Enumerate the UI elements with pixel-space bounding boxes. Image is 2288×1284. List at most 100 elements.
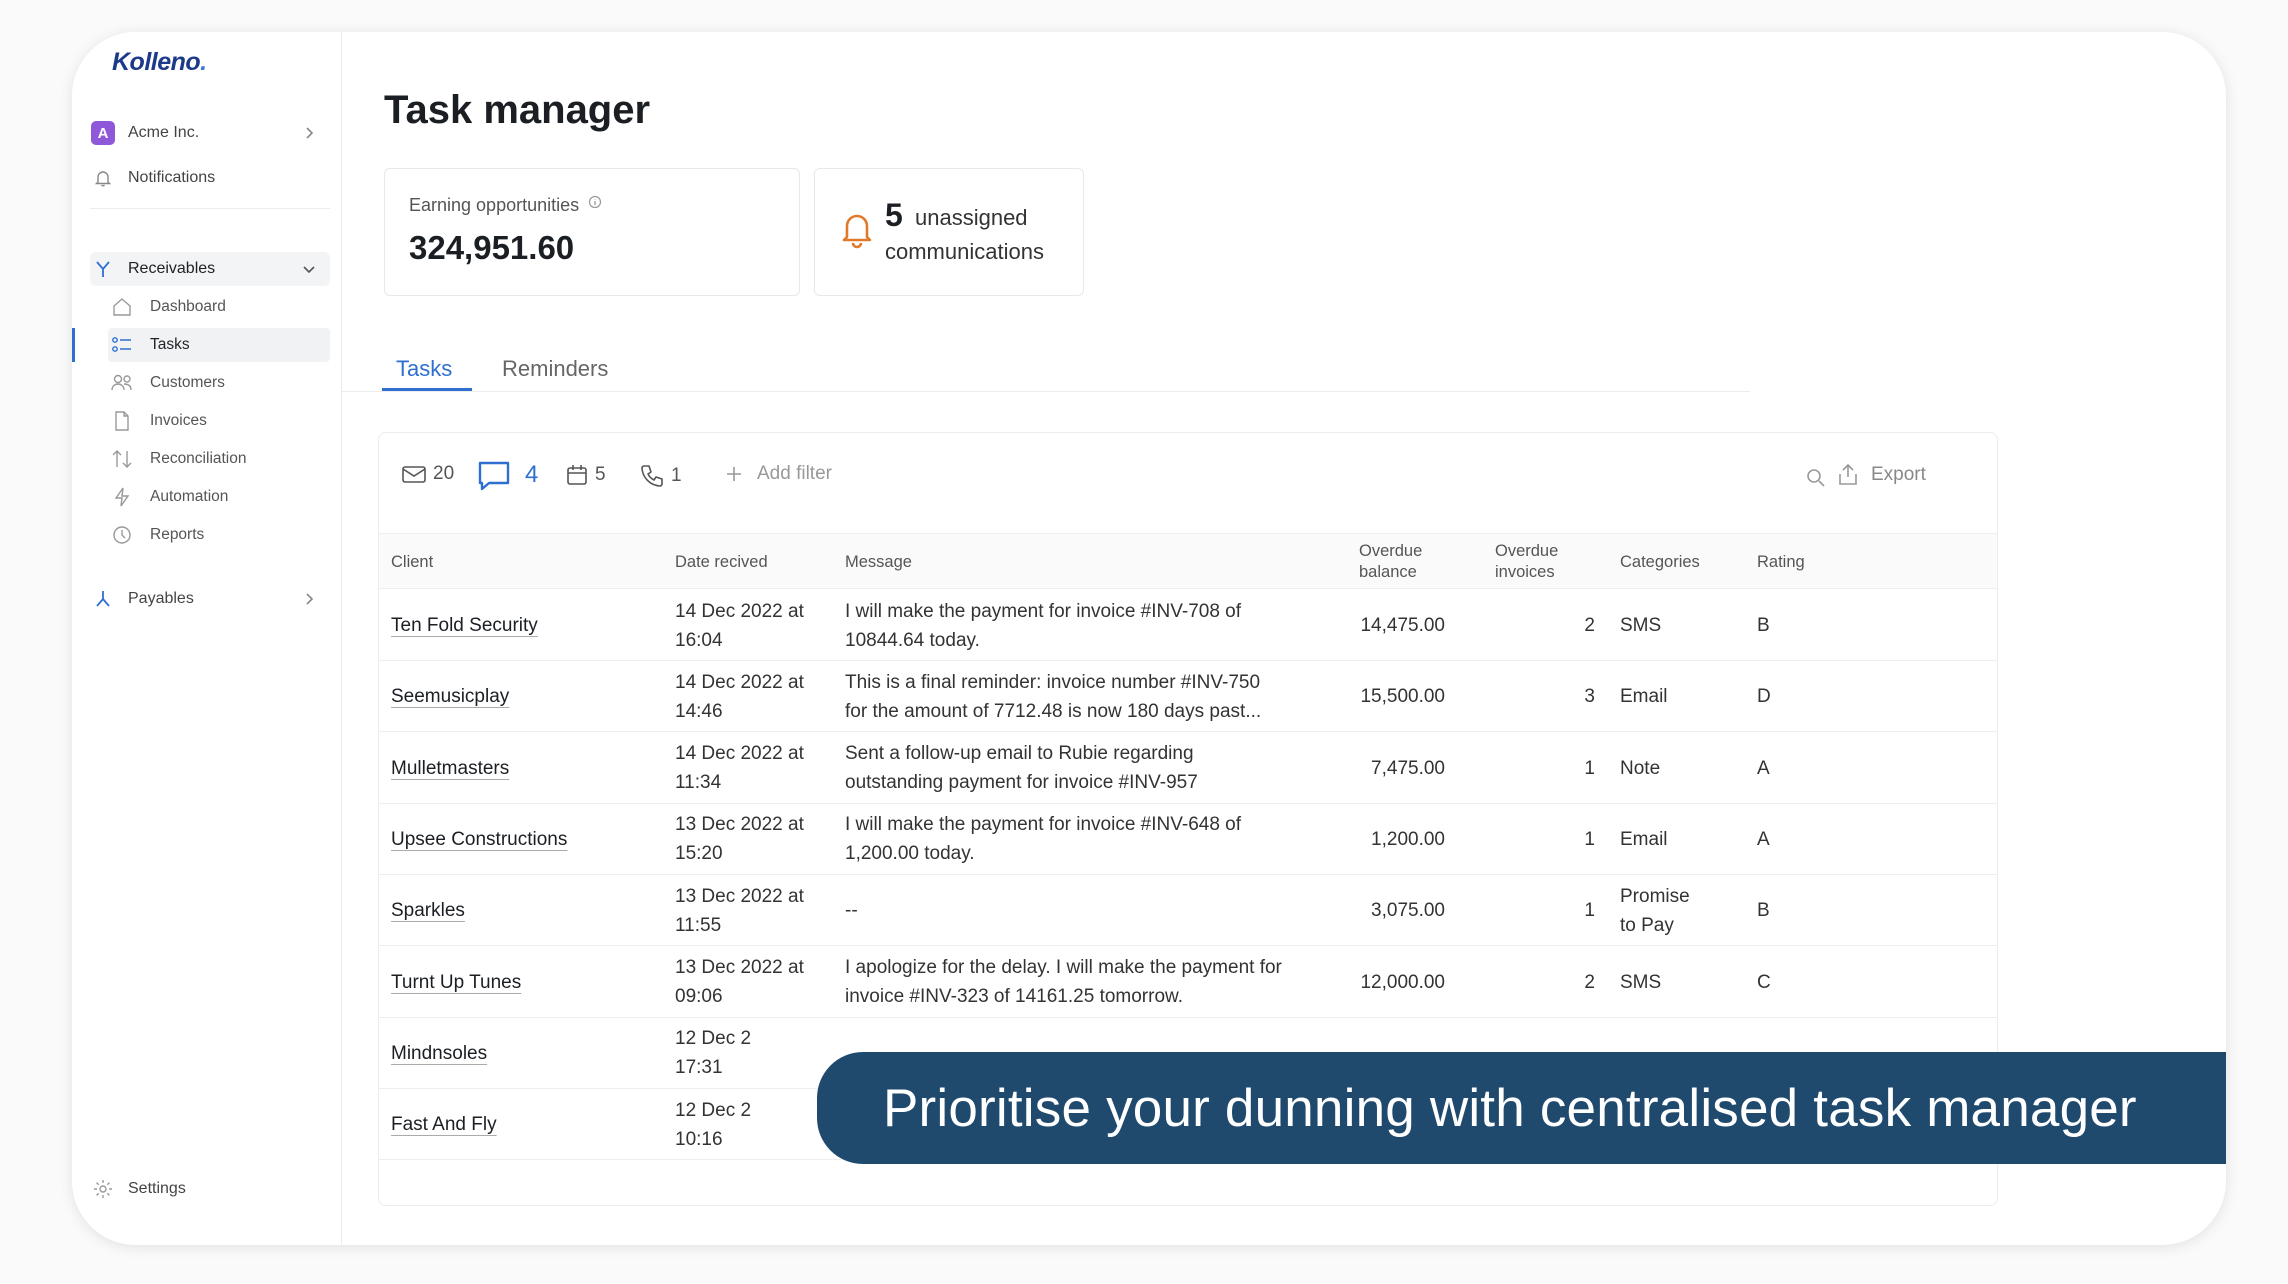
sidebar-divider <box>90 208 330 209</box>
sidebar-item-reports[interactable]: Reports <box>108 518 330 552</box>
app-window: Kolleno. A Acme Inc. Notifications Recei… <box>72 32 2226 1245</box>
column-header-overdue-balance[interactable]: Overdue balance <box>1359 534 1422 590</box>
message-cell: -- <box>845 900 858 922</box>
rating-cell: D <box>1757 686 1771 708</box>
active-tab-underline <box>382 388 472 391</box>
date-cell: 12 Dec 2 17:31 <box>675 1028 752 1079</box>
sidebar-item-invoices[interactable]: Invoices <box>108 404 330 438</box>
sidebar-item-dashboard[interactable]: Dashboard <box>108 290 330 324</box>
sidebar-item-reconciliation[interactable]: Reconciliation <box>108 442 330 476</box>
info-icon[interactable] <box>588 195 602 209</box>
client-link[interactable]: Mindnsoles <box>391 1039 487 1068</box>
sidebar-item-label: Notifications <box>128 169 216 186</box>
date-cell: 14 Dec 2022 at 14:46 <box>675 671 804 722</box>
client-link[interactable]: Mulletmasters <box>391 754 509 783</box>
export-icon <box>1839 463 1857 485</box>
message-cell: I apologize for the delay. I will make t… <box>845 957 1282 1007</box>
client-link[interactable]: Seemusicplay <box>391 682 509 711</box>
filter-calendar[interactable]: 5 <box>565 463 606 487</box>
sidebar-item-label: Tasks <box>150 336 190 353</box>
rating-cell: A <box>1757 757 1770 779</box>
message-cell: I will make the payment for invoice #INV… <box>845 814 1242 865</box>
client-link[interactable]: Fast And Fly <box>391 1110 497 1139</box>
payables-icon <box>90 586 116 612</box>
sidebar-section-label: Receivables <box>128 260 216 277</box>
search-icon[interactable] <box>1805 467 1827 489</box>
sidebar-item-automation[interactable]: Automation <box>108 480 330 514</box>
column-header-date[interactable]: Date recived <box>675 534 768 590</box>
sidebar-item-customers[interactable]: Customers <box>108 366 330 400</box>
rating-cell: C <box>1757 971 1771 993</box>
table-header: Client Date recived Message Overdue balan… <box>379 533 1997 589</box>
client-link[interactable]: Turnt Up Tunes <box>391 968 521 997</box>
overdue-balance-cell: 15,500.00 <box>1360 686 1445 708</box>
bell-icon <box>842 214 872 249</box>
client-link[interactable]: Sparkles <box>391 896 465 925</box>
filter-email[interactable]: 20 <box>401 463 454 485</box>
mail-icon <box>402 466 426 483</box>
client-link[interactable]: Ten Fold Security <box>391 611 538 640</box>
sidebar-item-label: Invoices <box>150 412 207 429</box>
filter-chat[interactable]: 4 <box>477 459 538 491</box>
table-row[interactable]: Ten Fold Security 14 Dec 2022 at 16:04 I wi… <box>379 590 1997 661</box>
table-row[interactable]: Upsee Constructions 13 Dec 2022 at 15:20 I … <box>379 804 1997 875</box>
overdue-balance-cell: 3,075.00 <box>1371 900 1445 922</box>
chevron-right-icon <box>306 127 314 139</box>
sidebar-section-payables[interactable]: Payables <box>90 582 330 616</box>
overdue-invoices-cell: 3 <box>1584 686 1595 708</box>
table-row[interactable]: Seemusicplay 14 Dec 2022 at 14:46 This is a… <box>379 661 1997 733</box>
column-header-categories[interactable]: Categories <box>1620 534 1700 590</box>
date-cell: 13 Dec 2022 at 15:20 <box>675 814 804 865</box>
category-cell: Email <box>1620 686 1668 708</box>
table-row[interactable]: Turnt Up Tunes 13 Dec 2022 at 09:06 I apolo… <box>379 947 1997 1018</box>
earning-opportunities-card: Earning opportunities 324,951.60 <box>384 168 800 296</box>
rating-cell: B <box>1757 615 1770 636</box>
sidebar: Kolleno. A Acme Inc. Notifications Recei… <box>72 32 342 1245</box>
category-cell: SMS <box>1620 971 1662 993</box>
table-row[interactable]: Mulletmasters 14 Dec 2022 at 11:34 Sent a f… <box>379 733 1997 804</box>
column-header-client[interactable]: Client <box>391 534 433 590</box>
table-row[interactable]: Sparkles 13 Dec 2022 at 11:55 -- 3,075.00 1 Pr… <box>379 875 1997 947</box>
sidebar-item-tasks[interactable]: Tasks <box>108 328 330 362</box>
overdue-balance-cell: 14,475.00 <box>1360 615 1445 636</box>
page-title: Task manager <box>384 88 651 132</box>
unassigned-label: unassigned <box>915 205 1028 230</box>
lightning-icon <box>108 485 136 509</box>
receivables-icon <box>90 256 116 282</box>
column-header-rating[interactable]: Rating <box>1757 534 1805 590</box>
tab-tasks[interactable]: Tasks <box>396 356 452 382</box>
app-logo[interactable]: Kolleno. <box>112 48 207 77</box>
category-cell: Email <box>1620 828 1668 850</box>
message-cell: This is a final reminder: invoice number… <box>845 671 1262 722</box>
gear-icon <box>90 1176 116 1202</box>
earning-label: Earning opportunities <box>409 195 602 216</box>
sidebar-item-notifications[interactable]: Notifications <box>90 161 330 195</box>
date-cell: 12 Dec 2 10:16 <box>675 1099 752 1150</box>
chevron-right-icon <box>306 593 314 605</box>
tab-bar: Tasks Reminders <box>342 348 1750 392</box>
column-header-overdue-invoices[interactable]: Overdue invoices <box>1495 534 1558 590</box>
sidebar-section-label: Payables <box>128 590 194 607</box>
sidebar-item-label: Customers <box>150 374 225 391</box>
sidebar-item-settings[interactable]: Settings <box>90 1172 330 1206</box>
org-name: Acme Inc. <box>128 124 200 141</box>
client-link[interactable]: Upsee Constructions <box>391 825 567 854</box>
sidebar-item-label: Dashboard <box>150 298 226 315</box>
column-header-message[interactable]: Message <box>845 534 912 590</box>
arrows-icon <box>108 447 136 471</box>
tab-reminders[interactable]: Reminders <box>502 356 608 382</box>
add-filter-button[interactable]: Add filter <box>723 463 832 485</box>
users-icon <box>108 371 136 395</box>
overdue-balance-cell: 12,000.00 <box>1360 971 1445 993</box>
filter-phone[interactable]: 1 <box>639 463 682 489</box>
sidebar-section-receivables[interactable]: Receivables <box>90 252 330 286</box>
export-button[interactable]: Export <box>1837 463 1926 487</box>
chevron-down-icon <box>303 266 315 274</box>
active-indicator <box>72 328 75 362</box>
unassigned-communications-card[interactable]: 5 unassigned communications <box>814 168 1084 296</box>
rating-cell: A <box>1757 828 1770 850</box>
org-switcher[interactable]: A Acme Inc. <box>90 116 330 150</box>
phone-icon <box>641 465 663 487</box>
bell-icon <box>90 165 116 191</box>
sidebar-item-label: Settings <box>128 1180 186 1197</box>
